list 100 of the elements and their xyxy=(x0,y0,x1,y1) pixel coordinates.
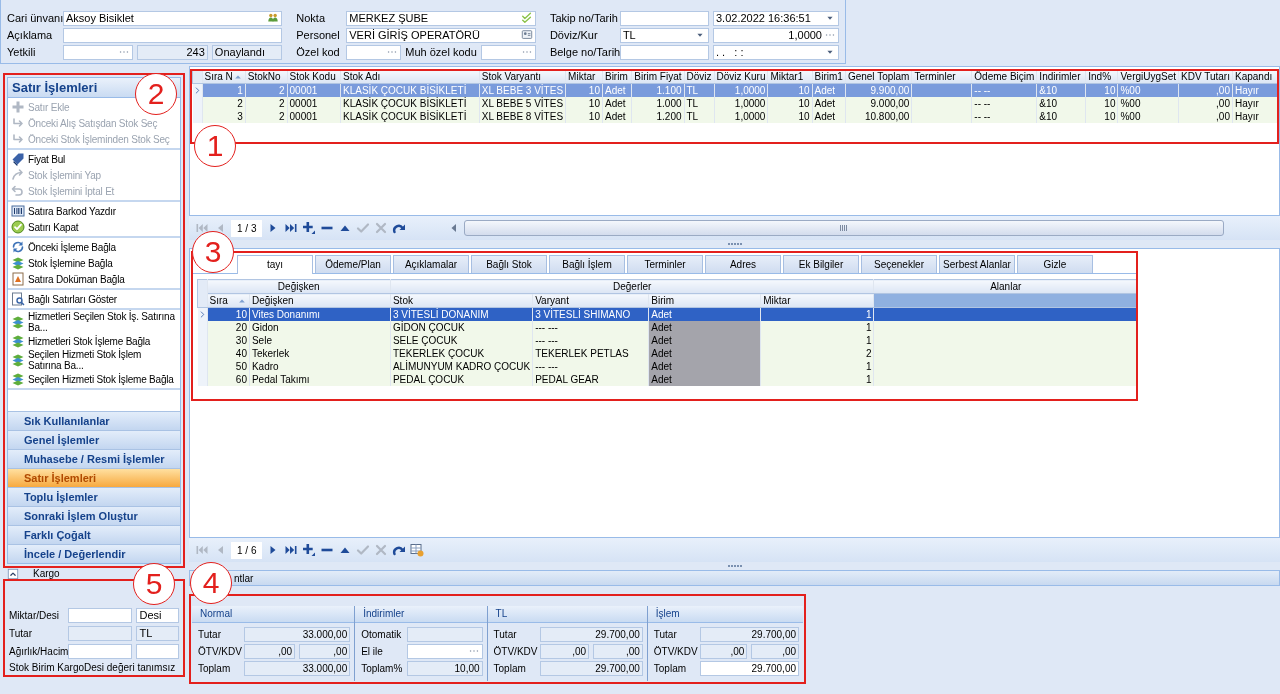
input-field[interactable]: 29.700,00 xyxy=(539,626,643,642)
people-icon xyxy=(267,12,280,24)
table-cell: 9.000,00 xyxy=(845,97,912,110)
table-row[interactable]: 40 Tekerlek TEKERLEK ÇOCUK TEKERLEK PETLAS Adet 2 xyxy=(197,347,1138,360)
input-field[interactable] xyxy=(619,44,709,60)
table-row[interactable]: 30 Sele SELE ÇOCUK --- --- Adet 1 xyxy=(197,334,1138,347)
column-group-header: Değerler xyxy=(390,279,874,294)
input-field[interactable] xyxy=(63,44,134,60)
input-field[interactable]: VERİ GİRİŞ OPERATÖRÜ xyxy=(346,27,536,43)
tab[interactable]: Bağlı Stok xyxy=(471,255,547,273)
input-field[interactable]: 33.000,00 xyxy=(244,626,351,642)
table-cell: &10 xyxy=(1036,110,1086,123)
input-field[interactable] xyxy=(407,643,483,659)
tab[interactable]: Adres xyxy=(705,255,781,273)
column-group-header: Değişken xyxy=(207,279,391,294)
input-field[interactable]: 1,0000 xyxy=(713,27,839,43)
table-row[interactable]: 10 Vites Donanımı 3 VİTESLİ DONANIM 3 VİTESLİ SHIMANO Adet 1 xyxy=(197,307,1138,321)
nav-button[interactable]: Farklı Çoğalt xyxy=(8,525,180,544)
nav-button[interactable]: Sık Kullanılanlar xyxy=(8,411,180,430)
input-field[interactable]: MERKEZ ŞUBE xyxy=(346,10,536,26)
table-cell: Adet xyxy=(648,373,761,386)
menu-item[interactable]: Satıra Barkod Yazdır xyxy=(8,203,116,219)
input-field[interactable] xyxy=(619,10,709,26)
input-field[interactable]: ,00 xyxy=(593,643,643,659)
table-cell: SELE ÇOCUK xyxy=(390,334,533,347)
input-field[interactable]: 29.700,00 xyxy=(539,660,643,676)
tab[interactable]: Ek Bilgiler xyxy=(783,255,859,273)
menu-item[interactable]: Hizmetleri Stok İşleme Bağla xyxy=(8,333,151,349)
menu-item[interactable]: Fiyat Bul xyxy=(8,151,66,167)
input-field[interactable]: 29.700,00 xyxy=(699,660,799,676)
tab[interactable]: Seçenekler xyxy=(861,255,937,273)
menu-item[interactable]: Önceki İşleme Bağla xyxy=(8,239,116,255)
input-field[interactable]: ,00 xyxy=(751,643,800,659)
splitter-grip[interactable] xyxy=(727,564,742,568)
tag-icon xyxy=(11,152,25,166)
table-cell: 1,0000 xyxy=(714,110,768,123)
tab[interactable]: Açıklamalar xyxy=(393,255,469,273)
input-field[interactable]: Desi xyxy=(136,607,179,623)
menu-item[interactable]: Seçilen Hizmeti Stok İşleme Bağla xyxy=(8,371,174,387)
field-label: Toplam xyxy=(653,662,688,674)
table-cell: Kadro xyxy=(249,360,391,373)
input-field[interactable]: ,00 xyxy=(699,643,748,659)
input-field[interactable]: ,00 xyxy=(244,643,296,659)
input-field[interactable]: 10,00 xyxy=(407,660,483,676)
menu-item[interactable]: Seçilen Hizmeti Stok İşlem Satırına Ba... xyxy=(8,349,176,371)
input-field[interactable]: 33.000,00 xyxy=(244,660,351,676)
input-field[interactable]: 3.02.2022 16:36:51 xyxy=(713,10,839,26)
input-field[interactable]: ,00 xyxy=(539,643,590,659)
field-label: ÖTV/KDV xyxy=(493,645,536,657)
callout-badge: 5 xyxy=(133,563,175,605)
tab[interactable]: Ödeme/Plan xyxy=(315,255,391,273)
input-field[interactable] xyxy=(407,626,483,642)
table-row[interactable]: 3 2 00001 KLASİK ÇOCUK BİSİKLETİ XL BEBE 8 VİTES 10 Adet 1.200 TL 1,0000 10 Adet 10.800,00 -- -- &10 10 %00 ,00 Hayır xyxy=(192,110,1279,123)
splitter-grip[interactable] xyxy=(727,242,742,246)
input-field[interactable] xyxy=(68,643,133,659)
menu-item[interactable]: Hizmetleri Seçilen Stok İş. Satırına Ba... xyxy=(8,311,176,333)
input-field[interactable]: Onaylandı xyxy=(211,44,283,60)
input-field[interactable]: . . : : xyxy=(713,44,839,60)
input-field[interactable] xyxy=(480,44,536,60)
table-cell: PEDAL ÇOCUK xyxy=(390,373,533,386)
table-row[interactable]: 2 2 00001 KLASİK ÇOCUK BİSİKLETİ XL BEBE 5 VİTES 10 Adet 1.000 TL 1,0000 10 Adet 9.000,00 -- -- &10 10 %00 ,00 Hayır xyxy=(192,97,1279,110)
nav-button[interactable]: Sonraki İşlem Oluştur xyxy=(8,506,180,525)
table-cell: GİDON ÇOCUK xyxy=(390,321,533,334)
input-field[interactable]: 29.700,00 xyxy=(699,626,799,642)
scroll-left-icon[interactable] xyxy=(450,223,459,233)
input-field[interactable]: TL xyxy=(619,27,709,43)
table-row[interactable]: 60 Pedal Takımı PEDAL ÇOCUK PEDAL GEAR Adet 1 xyxy=(197,373,1138,386)
nav-button[interactable]: Genel İşlemler xyxy=(8,430,180,449)
table-row[interactable]: 50 Kadro ALİMUNYUM KADRO ÇOCUK --- --- Adet 1 xyxy=(197,360,1138,373)
menu-item[interactable]: Bağlı Satırları Göster xyxy=(8,291,117,307)
input-field[interactable] xyxy=(346,44,402,60)
menu-item[interactable]: Satıra Doküman Bağla xyxy=(8,271,125,287)
tab[interactable]: Bağlı İşlem xyxy=(549,255,625,273)
tab[interactable]: Serbest Alanlar xyxy=(939,255,1015,273)
menu-item[interactable]: Satırı Kapat xyxy=(8,219,79,235)
input-field[interactable] xyxy=(68,607,133,623)
input-field[interactable] xyxy=(136,643,179,659)
input-field[interactable] xyxy=(68,625,133,641)
check-circle-icon xyxy=(11,220,25,234)
table-row[interactable]: 20 Gidon GİDON ÇOCUK --- --- Adet 1 xyxy=(197,321,1138,334)
horizontal-scrollbar[interactable] xyxy=(450,220,1224,236)
table-cell: --- --- xyxy=(532,334,649,347)
input-field[interactable] xyxy=(63,27,283,43)
tab[interactable]: Gizle xyxy=(1017,255,1093,273)
table-cell: 00001 xyxy=(287,110,341,123)
input-field[interactable]: 243 xyxy=(137,44,208,60)
tab[interactable]: tayı xyxy=(237,255,313,274)
field-label: Yetkili xyxy=(7,46,37,58)
input-field[interactable]: ,00 xyxy=(299,643,351,659)
input-field[interactable]: Aksoy Bisiklet xyxy=(63,10,283,26)
tab[interactable]: Terminler xyxy=(627,255,703,273)
nav-button[interactable]: Toplu İşlemler xyxy=(8,487,180,506)
field-label: Nokta xyxy=(296,12,326,24)
nav-button[interactable]: İncele / Değerlendir xyxy=(8,544,180,563)
nav-button[interactable]: Muhasebe / Resmi İşlemler xyxy=(8,449,180,468)
menu-item[interactable]: Stok İşlemine Bağla xyxy=(8,255,113,271)
table-cell xyxy=(911,110,972,123)
input-field[interactable]: TL xyxy=(136,625,179,641)
field-label: Tutar xyxy=(493,628,518,640)
table-cell: &10 xyxy=(1036,97,1086,110)
